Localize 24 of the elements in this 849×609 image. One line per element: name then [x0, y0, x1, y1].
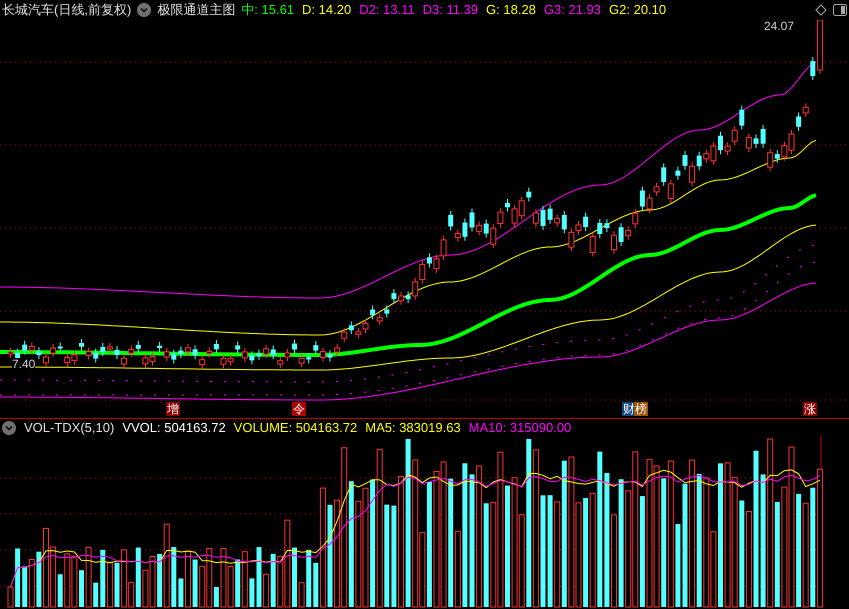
indicator-value: G: 18.28 [486, 1, 536, 20]
signal-tag: 令 [292, 402, 306, 416]
price-low-label: 7.40 [12, 358, 36, 371]
indicator-value: VOLUME: 504163.72 [234, 418, 358, 437]
signal-tag: 涨 [803, 402, 817, 416]
indicator-name: 极限通道主图 [157, 1, 236, 20]
indicator-value: G2: 20.10 [609, 1, 666, 20]
indicator-value: VVOL: 504163.72 [122, 418, 226, 437]
signal-tag: 榜 [634, 402, 648, 416]
indicator-value: 中: 15.61 [241, 1, 294, 20]
indicator-value: MA5: 383019.63 [365, 418, 461, 437]
chevron-circle-icon[interactable] [2, 420, 16, 434]
indicator-value: D3: 11.39 [422, 1, 478, 20]
price-high-label: 24.07 [764, 18, 794, 35]
indicator-value: D2: 13.11 [359, 1, 415, 20]
stock-title: 长城汽车(日线,前复权) [2, 1, 132, 20]
indicator-value: D: 14.20 [302, 1, 352, 20]
indicator-value: G3: 21.93 [544, 1, 602, 20]
indicator-value: MA10: 315090.00 [468, 418, 572, 437]
panel-toggle-icon[interactable] [833, 4, 847, 16]
indicator-name: VOL-TDX(5,10) [24, 418, 114, 437]
chevron-circle-icon[interactable] [137, 3, 152, 17]
diamond-icon[interactable] [815, 4, 827, 16]
signal-tag: 增 [166, 402, 180, 416]
